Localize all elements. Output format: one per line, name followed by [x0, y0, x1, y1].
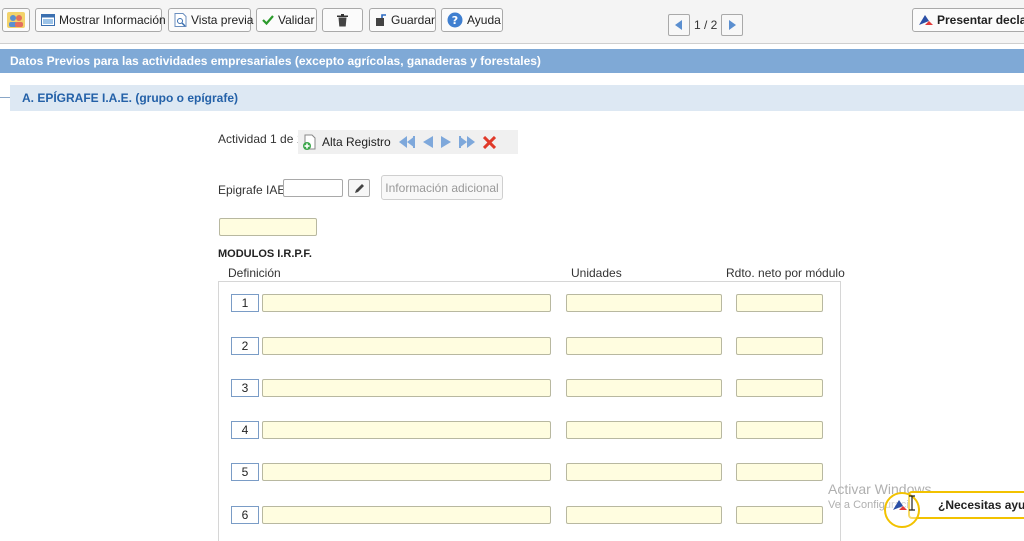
section-title: Datos Previos para las actividades empre… — [10, 54, 541, 68]
column-header-yield: Rdto. neto por módulo — [726, 266, 845, 280]
additional-info-label: Información adicional — [385, 180, 499, 195]
activity-counter: Actividad 1 de 1 — [218, 132, 304, 146]
document-preview-icon — [174, 13, 187, 27]
preview-label: Vista previa — [191, 13, 254, 27]
modules-grid — [218, 281, 841, 541]
row-number: 3 — [231, 379, 259, 397]
save-label: Guardar — [391, 13, 436, 27]
units-field[interactable] — [566, 421, 722, 439]
trash-icon — [337, 13, 348, 26]
yield-field[interactable] — [736, 337, 823, 355]
help-button[interactable]: ? Ayuda — [441, 8, 503, 32]
svg-text:?: ? — [452, 14, 458, 27]
definition-field[interactable] — [262, 294, 551, 312]
row-number: 6 — [231, 506, 259, 524]
next-record-button[interactable] — [440, 136, 451, 148]
skip-last-icon — [458, 136, 475, 148]
yield-field[interactable] — [736, 294, 823, 312]
validate-button[interactable]: Validar — [256, 8, 317, 32]
subsection-title: A. EPÍGRAFE I.A.E. (grupo o epígrafe) — [22, 91, 239, 105]
next-page-button[interactable] — [721, 14, 744, 36]
epigrafe-input[interactable] — [283, 179, 343, 197]
window-icon — [41, 14, 55, 26]
help-label: Ayuda — [467, 13, 501, 27]
yield-field[interactable] — [736, 421, 823, 439]
checkmark-icon — [262, 15, 274, 26]
submit-icon — [919, 15, 933, 25]
arrow-right-icon — [440, 136, 451, 148]
delete-record-button[interactable] — [482, 135, 496, 149]
add-document-icon — [303, 134, 316, 150]
previous-page-button[interactable] — [668, 14, 690, 36]
preview-button[interactable]: Vista previa — [168, 8, 254, 32]
submit-label: Presentar declar — [937, 13, 1024, 27]
arrow-right-icon — [729, 20, 737, 30]
arrow-left-icon — [422, 136, 433, 148]
skip-first-icon — [398, 136, 415, 148]
section-title-bar: Datos Previos para las actividades empre… — [0, 49, 1024, 73]
yield-field[interactable] — [736, 506, 823, 524]
add-record-label: Alta Registro — [322, 135, 391, 149]
help-widget-label: ¿Necesitas ayuda? — [938, 498, 1024, 512]
definition-field[interactable] — [262, 463, 551, 481]
help-icon: ? — [447, 12, 463, 28]
show-info-label: Mostrar Información — [59, 13, 166, 27]
yield-field[interactable] — [736, 463, 823, 481]
page-indicator: 1 / 2 — [694, 18, 718, 32]
save-button[interactable]: Guardar — [369, 8, 436, 32]
subsection-title-bar[interactable]: A. EPÍGRAFE I.A.E. (grupo o epígrafe) — [10, 85, 1024, 111]
validate-label: Validar — [278, 13, 315, 27]
help-widget-button[interactable]: ¿Necesitas ayuda? — [908, 491, 1024, 519]
yield-field[interactable] — [736, 379, 823, 397]
column-header-definition: Definición — [228, 266, 281, 280]
row-number: 5 — [231, 463, 259, 481]
page-navigator: 1 / 2 — [668, 13, 744, 37]
epigrafe-description-field[interactable] — [219, 218, 317, 236]
row-number: 1 — [231, 294, 259, 312]
definition-field[interactable] — [262, 337, 551, 355]
first-record-button[interactable] — [398, 136, 415, 148]
users-icon — [7, 12, 25, 28]
epigrafe-label: Epigrafe IAE — [218, 183, 286, 197]
show-info-button[interactable]: Mostrar Información — [35, 8, 166, 32]
submit-declaration-button[interactable]: Presentar declar — [912, 8, 1024, 32]
row-number: 4 — [231, 421, 259, 439]
arrow-left-icon — [675, 20, 682, 30]
units-field[interactable] — [566, 337, 722, 355]
row-number: 2 — [231, 337, 259, 355]
close-icon — [482, 135, 496, 149]
text-cursor-icon — [909, 495, 915, 511]
units-field[interactable] — [566, 294, 722, 312]
save-icon — [376, 13, 386, 26]
units-field[interactable] — [566, 379, 722, 397]
column-header-units: Unidades — [571, 266, 622, 280]
definition-field[interactable] — [262, 421, 551, 439]
delete-button[interactable] — [322, 8, 363, 32]
edit-epigrafe-button[interactable] — [348, 179, 370, 197]
pencil-icon — [354, 183, 364, 193]
modules-title: MODULOS I.R.P.F. — [218, 248, 312, 260]
definition-field[interactable] — [262, 506, 551, 524]
definition-field[interactable] — [262, 379, 551, 397]
add-record-button[interactable]: Alta Registro — [302, 134, 399, 150]
last-record-button[interactable] — [458, 136, 475, 148]
units-field[interactable] — [566, 463, 722, 481]
units-field[interactable] — [566, 506, 722, 524]
section-connector-line — [0, 97, 10, 98]
previous-record-button[interactable] — [422, 136, 433, 148]
users-button[interactable] — [2, 8, 30, 32]
record-navigation-bar: Alta Registro — [298, 130, 518, 154]
submit-icon — [893, 500, 907, 510]
toolbar: Mostrar Información Vista previa Validar… — [0, 0, 1024, 44]
additional-info-button[interactable]: Información adicional — [381, 175, 503, 200]
